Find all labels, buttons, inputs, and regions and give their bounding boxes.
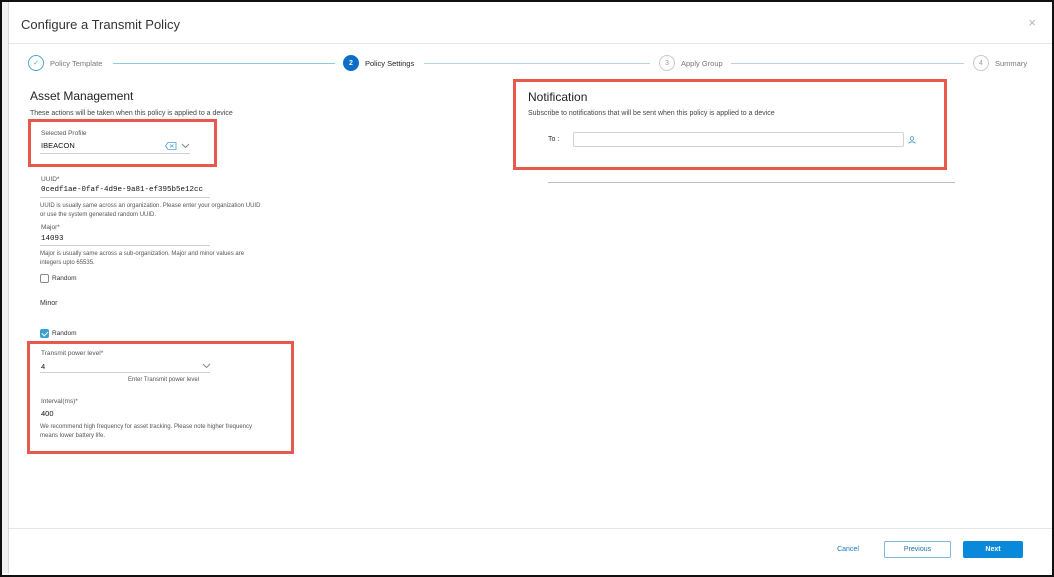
step-label: Policy Settings	[365, 58, 415, 68]
asset-management-subtitle: These actions will be taken when this po…	[30, 110, 233, 117]
major-underline	[40, 245, 210, 246]
clear-icon[interactable]	[165, 142, 177, 150]
step-policy-template[interactable]: ✓ Policy Template	[28, 55, 102, 71]
transmit-power-select[interactable]: 4	[41, 362, 45, 371]
step-connector	[731, 63, 964, 64]
interval-label: Interval(ms)*	[41, 398, 78, 405]
interval-help-line: We recommend high frequency for asset tr…	[40, 424, 253, 430]
transmit-power-hint: Enter Transmit power level	[128, 377, 200, 383]
chevron-down-icon[interactable]	[202, 363, 211, 369]
to-label: To :	[548, 136, 560, 143]
major-label: Major*	[41, 224, 60, 231]
uuid-help: UUID is usually same across an organizat…	[40, 202, 260, 219]
step-label: Policy Template	[50, 58, 103, 68]
next-button[interactable]: Next	[963, 541, 1023, 558]
major-input[interactable]: 14093	[41, 235, 64, 243]
profile-underline	[40, 153, 190, 154]
uuid-underline	[40, 197, 210, 198]
chevron-down-icon[interactable]	[181, 143, 190, 149]
dialog-header: Configure a Transmit Policy ×	[9, 2, 1052, 44]
check-icon: ✓	[28, 55, 44, 71]
section-divider	[548, 182, 955, 183]
step-number: 4	[973, 55, 989, 71]
minor-random-checkbox[interactable]	[40, 329, 49, 338]
asset-management-title: Asset Management	[30, 89, 134, 103]
step-apply-group[interactable]: 3 Apply Group	[659, 55, 723, 71]
uuid-label: UUID*	[41, 176, 60, 183]
notification-title: Notification	[528, 90, 588, 104]
interval-help: We recommend high frequency for asset tr…	[40, 423, 252, 440]
wizard-steps: ✓ Policy Template 2 Policy Settings 3 Ap…	[9, 44, 1052, 82]
to-input[interactable]	[573, 132, 904, 147]
step-label: Summary	[995, 58, 1028, 68]
step-connector	[424, 63, 650, 64]
major-random-checkbox[interactable]	[40, 274, 49, 283]
uuid-input[interactable]: 0cedf1ae-0faf-4d9e-9a81-ef395b5e12cc	[41, 186, 203, 194]
major-random-label: Random	[52, 275, 77, 282]
minor-random-label: Random	[52, 330, 77, 337]
step-summary[interactable]: 4 Summary	[973, 55, 1027, 71]
step-policy-settings[interactable]: 2 Policy Settings	[343, 55, 414, 71]
background-strip	[2, 2, 9, 573]
major-help-line: Major is usually same across a sub-organ…	[40, 251, 245, 257]
step-number: 2	[343, 55, 359, 71]
step-number: 3	[659, 55, 675, 71]
previous-button[interactable]: Previous	[884, 541, 951, 558]
notification-subtitle: Subscribe to notifications that will be …	[528, 110, 775, 117]
dialog-title: Configure a Transmit Policy	[21, 17, 180, 32]
interval-input[interactable]: 400	[41, 409, 54, 418]
minor-label: Minor	[40, 300, 58, 307]
transmit-power-underline	[40, 372, 210, 373]
selected-profile-value[interactable]: IBEACON	[41, 141, 75, 150]
selected-profile-label: Selected Profile	[41, 130, 87, 137]
close-icon[interactable]: ×	[1028, 15, 1036, 30]
major-help-line: integers upto 65535.	[40, 259, 95, 266]
transmit-power-label: Transmit power level*	[41, 350, 104, 357]
cancel-button[interactable]: Cancel	[828, 541, 868, 558]
interval-help-line: means lower battery life.	[40, 432, 106, 439]
person-icon[interactable]	[908, 136, 916, 144]
step-label: Apply Group	[681, 58, 723, 68]
major-help: Major is usually same across a sub-organ…	[40, 250, 244, 267]
step-connector	[113, 63, 335, 64]
uuid-help-line: UUID is usually same across an organizat…	[40, 203, 261, 209]
uuid-help-line: or use the system generated random UUID.	[40, 211, 157, 218]
footer-divider	[9, 528, 1052, 529]
